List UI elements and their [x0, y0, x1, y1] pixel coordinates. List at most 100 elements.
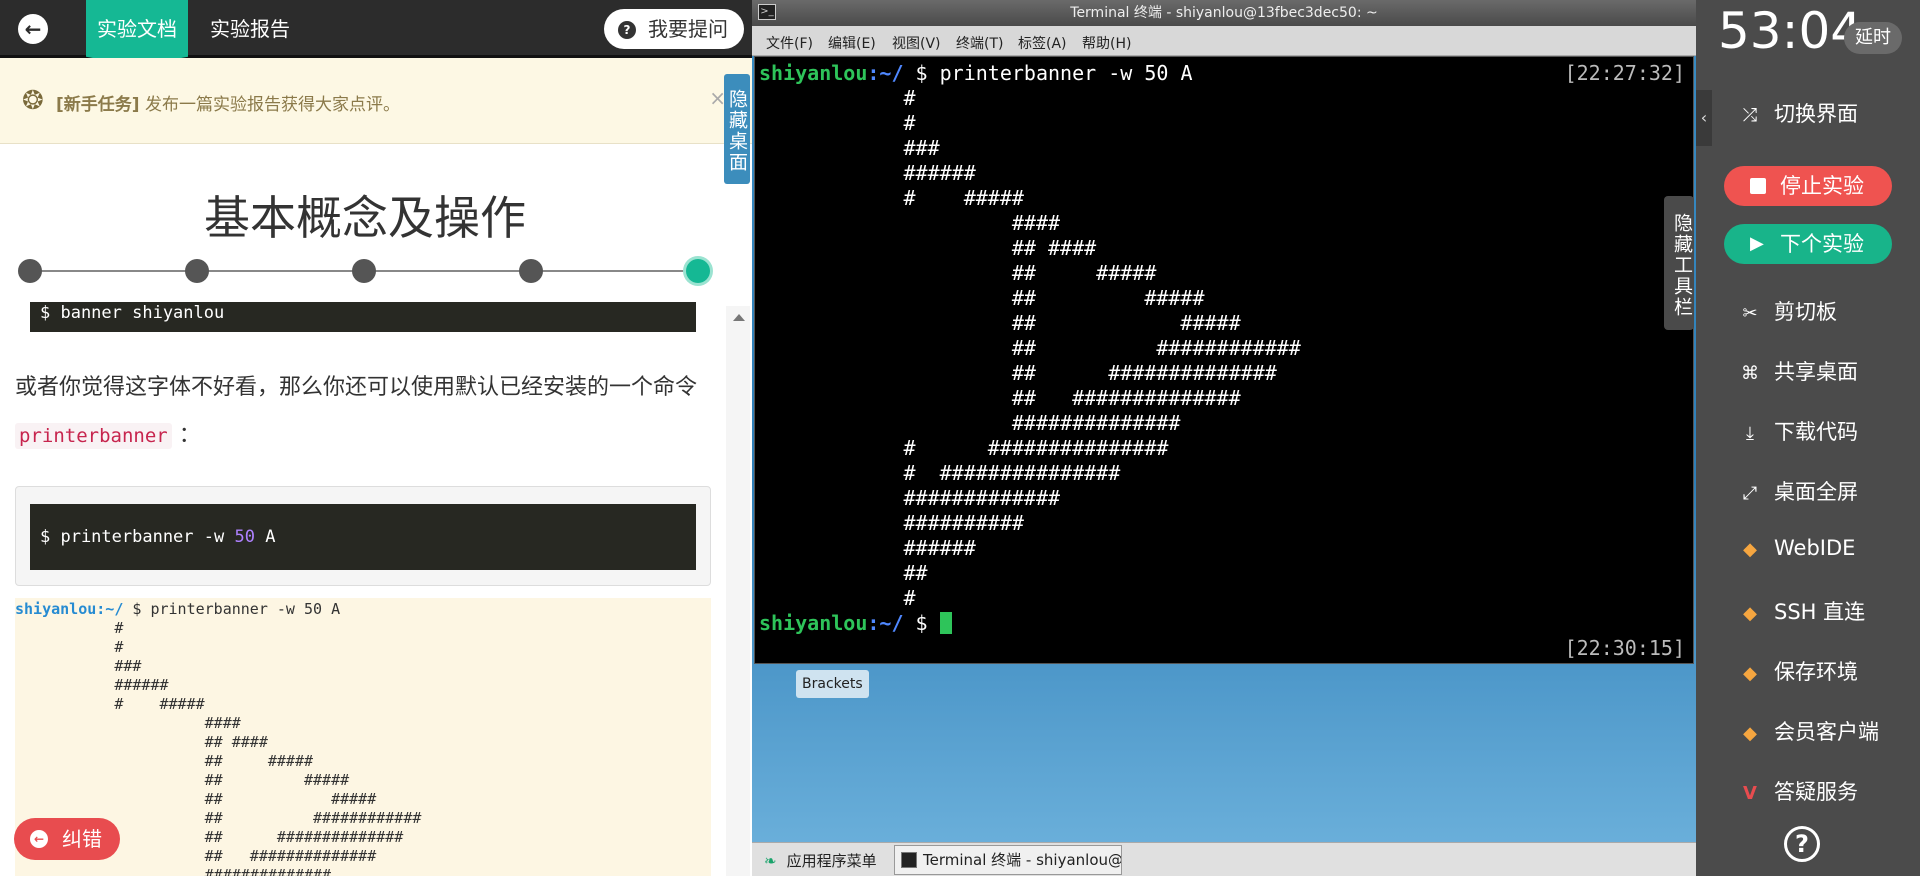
qa-service-button[interactable]: V 答疑服务	[1738, 776, 1858, 806]
scroll-up-icon[interactable]	[733, 314, 745, 321]
tab-docs[interactable]: 实验文档	[86, 0, 188, 66]
top-nav: ← 实验文档 实验报告 ? 我要提问	[0, 0, 752, 66]
terminal-screen[interactable]: shiyanlou:~/ $ printerbanner -w 50 A # #…	[754, 56, 1694, 664]
prompt-user: shiyanlou	[759, 61, 868, 85]
download-code-button[interactable]: ⤓ 下载代码	[1738, 416, 1858, 446]
taskbar: ❧ 应用程序菜单 Terminal 终端 - shiyanlou@…	[752, 842, 1696, 876]
next-lab-button[interactable]: ▶ 下个实验	[1724, 224, 1892, 264]
qa-service-label: 答疑服务	[1774, 780, 1858, 804]
back-button[interactable]: ←	[18, 14, 48, 44]
share-icon: ⌘	[1741, 363, 1759, 384]
save-env-label: 保存环境	[1774, 660, 1858, 684]
switch-view-button[interactable]: ⤮ 切换界面	[1738, 98, 1858, 128]
timestamp: [22:30:15]	[1564, 636, 1685, 660]
prompt-user: shiyanlou	[759, 611, 868, 635]
app-menu-label: 应用程序菜单	[786, 852, 877, 870]
download-code-label: 下载代码	[1774, 420, 1858, 444]
step-dot[interactable]	[18, 259, 42, 283]
terminal-icon	[901, 852, 917, 868]
clipboard-label: 剪切板	[1774, 300, 1837, 324]
stop-lab-button[interactable]: 停止实验	[1724, 166, 1892, 206]
terminal-command: $ printerbanner -w 50 A	[903, 61, 1193, 85]
terminal-menubar: 文件(F) 编辑(E) 视图(V) 终端(T) 标签(A) 帮助(H)	[752, 26, 1696, 56]
sample-user: shiyanlou	[15, 600, 97, 618]
gem-icon: ◆	[1743, 603, 1757, 624]
step-dot[interactable]	[352, 259, 376, 283]
chevron-left-icon[interactable]: ‹	[1696, 90, 1712, 146]
ssh-button[interactable]: ◆ SSH 直连	[1738, 596, 1865, 626]
taskbar-item-label: Terminal 终端 - shiyanlou@…	[923, 851, 1122, 869]
remote-desktop[interactable]: >_ Terminal 终端 - shiyanlou@13fbec3dec50:…	[752, 0, 1696, 876]
fullscreen-button[interactable]: ⤢ 桌面全屏	[1738, 476, 1858, 506]
hide-desktop-button[interactable]: 隐藏桌面	[724, 74, 750, 184]
page-title: 基本概念及操作	[204, 191, 526, 245]
stop-lab-label: 停止实验	[1780, 174, 1864, 198]
notice-banner: ❂ [新手任务] 发布一篇实验报告获得大家点评。 ×	[0, 58, 752, 144]
timestamp: [22:27:32]	[1564, 61, 1685, 85]
download-icon: ⤓	[1746, 423, 1754, 444]
leaf-icon: ❧	[764, 852, 777, 870]
clipboard-button[interactable]: ✂ 剪切板	[1738, 296, 1837, 326]
share-desktop-button[interactable]: ⌘ 共享桌面	[1738, 356, 1858, 386]
notice-text: [新手任务] 发布一篇实验报告获得大家点评。	[56, 90, 400, 115]
back-circle-icon: ←	[30, 830, 48, 848]
step-dot-active[interactable]	[686, 259, 710, 283]
stop-icon	[1750, 178, 1766, 194]
terminal-output: shiyanlou:~/ $ printerbanner -w 50 A # #…	[759, 61, 1301, 636]
notice-tag: [新手任务]	[56, 95, 140, 115]
question-icon: ?	[618, 21, 636, 39]
paragraph-text-end: ：	[171, 423, 201, 448]
report-error-button[interactable]: ← 纠错	[14, 818, 120, 860]
ssh-label: SSH 直连	[1774, 600, 1866, 624]
banner-output: # # ### ###### # ##### #### ## #### ## #…	[903, 86, 1301, 610]
gem-icon: ◆	[1743, 539, 1757, 560]
arrow-left-icon: ←	[24, 17, 42, 41]
shuffle-icon: ⤮	[1742, 105, 1758, 126]
help-icon[interactable]: ?	[1784, 826, 1820, 862]
docs-panel: ← 实验文档 实验报告 ? 我要提问 ❂ [新手任务] 发布一篇实验报告获得大家点…	[0, 0, 752, 876]
code-block-wrapper: $ printerbanner -w 50 A	[15, 486, 711, 586]
sample-command: $ printerbanner -w 50 A	[123, 600, 341, 618]
menu-help[interactable]: 帮助(H)	[1082, 33, 1131, 53]
menu-tabs[interactable]: 标签(A)	[1018, 33, 1067, 53]
switch-view-label: 切换界面	[1774, 102, 1858, 126]
fullscreen-label: 桌面全屏	[1774, 480, 1858, 504]
prompt-path: :~/	[867, 611, 904, 635]
hide-toolbar-button[interactable]: 隐藏工具栏	[1664, 196, 1694, 330]
app-menu-button[interactable]: ❧ 应用程序菜单	[764, 850, 877, 871]
scissors-icon: ✂	[1742, 303, 1758, 324]
terminal-title: Terminal 终端 - shiyanlou@13fbec3dec50: ~	[1070, 5, 1378, 21]
step-progress	[18, 259, 710, 283]
prompt-path: :~/	[867, 61, 904, 85]
step-dot[interactable]	[185, 259, 209, 283]
next-icon: ▶	[1750, 233, 1764, 254]
save-env-button[interactable]: ◆ 保存环境	[1738, 656, 1858, 686]
menu-edit[interactable]: 编辑(E)	[828, 33, 876, 53]
ask-question-label: 我要提问	[648, 17, 728, 41]
taskbar-terminal-item[interactable]: Terminal 终端 - shiyanlou@…	[894, 845, 1122, 875]
code-arg: A	[254, 527, 276, 547]
lightbulb-icon: ❂	[22, 86, 44, 116]
terminal-titlebar[interactable]: >_ Terminal 终端 - shiyanlou@13fbec3dec50:…	[752, 0, 1696, 26]
menu-view[interactable]: 视图(V)	[892, 33, 941, 53]
tab-report[interactable]: 实验报告	[210, 0, 290, 58]
prompt-symbol: $	[903, 611, 940, 635]
menu-file[interactable]: 文件(F)	[766, 33, 813, 53]
v-icon: V	[1743, 783, 1757, 804]
lab-toolbar: ‹ 53:04 延时 ⤮ 切换界面 停止实验 ▶ 下个实验 ✂ 剪切板 ⌘ 共享桌面 ⤓…	[1696, 0, 1920, 876]
webide-button[interactable]: ◆ WebIDE	[1738, 536, 1855, 560]
ask-question-button[interactable]: ? 我要提问	[604, 9, 744, 49]
scrollbar[interactable]	[726, 306, 750, 876]
share-desktop-label: 共享桌面	[1774, 360, 1858, 384]
brackets-desktop-icon[interactable]: Brackets	[796, 670, 869, 698]
gem-icon: ◆	[1743, 723, 1757, 744]
doc-content: $ banner shiyanlou 或者你觉得这字体不好看，那么你还可以使用默…	[0, 302, 724, 876]
sample-path: :~/	[96, 600, 124, 618]
step-dot[interactable]	[519, 259, 543, 283]
menu-terminal[interactable]: 终端(T)	[956, 33, 1003, 53]
member-client-button[interactable]: ◆ 会员客户端	[1738, 716, 1879, 746]
report-error-label: 纠错	[62, 827, 102, 851]
code-block: $ printerbanner -w 50 A	[30, 504, 696, 570]
member-client-label: 会员客户端	[1774, 720, 1879, 744]
extend-time-button[interactable]: 延时	[1844, 22, 1902, 54]
